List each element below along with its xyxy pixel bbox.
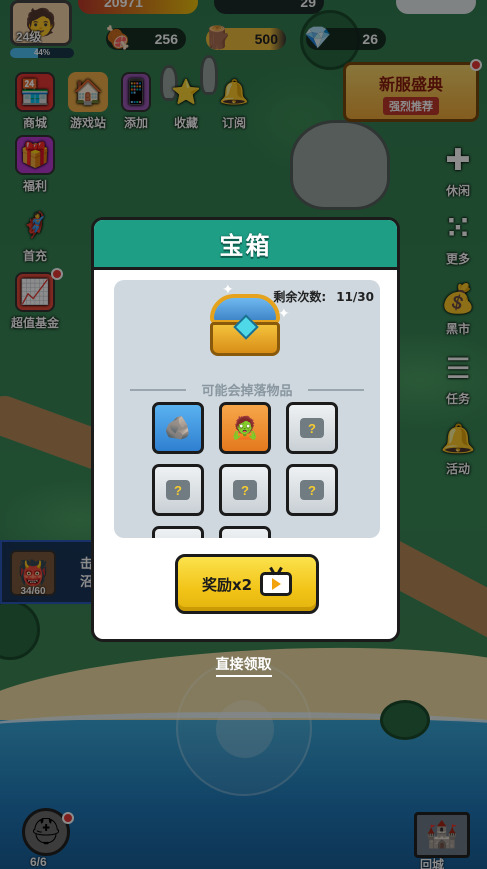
direct-claim-label[interactable]: 直接领取	[215, 657, 272, 677]
stone-icon[interactable]: 🪨	[152, 402, 204, 454]
chest-modal: 宝箱 剩余次数: 11/30 ✦ ✦ 可能会掉落物品 🪨 🧟 ? ? ? ? 奖励…	[91, 217, 400, 642]
direct-claim-link[interactable]: 直接领取	[0, 654, 487, 677]
dagger-unknown-icon[interactable]: ?	[286, 402, 338, 454]
modal-content: 剩余次数: 11/30 ✦ ✦ 可能会掉落物品 🪨 🧟 ? ? ? ?	[114, 280, 380, 538]
modal-title: 宝箱	[94, 220, 397, 270]
tv-ad-icon	[260, 572, 293, 596]
treasure-chest-icon: ✦ ✦	[204, 282, 290, 362]
remaining-value: 11/30	[336, 290, 374, 304]
double-reward-label: 奖励x2	[201, 575, 253, 594]
monster-icon[interactable]: 🧟	[219, 402, 271, 454]
item-slot-partial[interactable]	[219, 526, 271, 538]
remaining-count: 剩余次数: 11/30	[273, 288, 374, 305]
helmet-unknown-icon[interactable]: ?	[286, 464, 338, 516]
divider	[308, 389, 364, 391]
item-slot-partial[interactable]	[152, 526, 204, 538]
ring-unknown-icon[interactable]: ?	[219, 464, 271, 516]
double-reward-button[interactable]: 奖励x2	[175, 554, 319, 614]
shield-unknown-icon[interactable]: ?	[152, 464, 204, 516]
